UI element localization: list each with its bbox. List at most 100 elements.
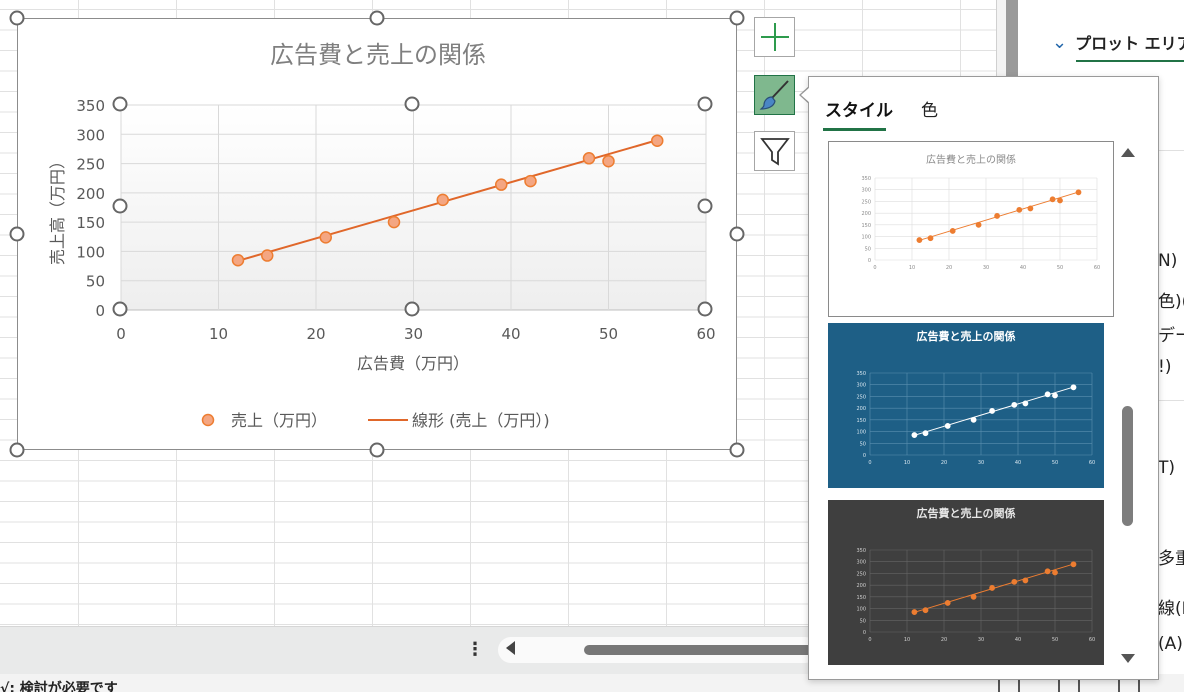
pane-section-header[interactable]: ⌄ プロット エリアの bbox=[1052, 30, 1184, 54]
preview-point bbox=[970, 593, 977, 600]
preview-point bbox=[1049, 196, 1056, 203]
legend-trendline-label[interactable]: 線形 (売上（万円）) bbox=[412, 411, 550, 430]
pane-option-fragment[interactable]: 色)( bbox=[1158, 287, 1184, 312]
resize-handle[interactable] bbox=[9, 226, 25, 242]
data-point[interactable] bbox=[582, 152, 596, 165]
preview-point bbox=[994, 213, 1001, 219]
accessibility-status[interactable]: √: 検討が必要です bbox=[0, 678, 118, 692]
preview-point bbox=[989, 585, 996, 591]
x-tick-label: 50 bbox=[599, 325, 618, 343]
preview-tick-label: 100 bbox=[856, 430, 866, 436]
preview-tick-label: 200 bbox=[861, 211, 871, 217]
plot-resize-handle[interactable] bbox=[697, 198, 713, 214]
scroll-up-icon[interactable] bbox=[1121, 148, 1135, 157]
preview-tick-label: 350 bbox=[856, 548, 866, 554]
preview-point bbox=[970, 416, 977, 423]
pane-option-fragment[interactable]: 線(I bbox=[1158, 594, 1184, 619]
plot-resize-handle[interactable] bbox=[112, 198, 128, 214]
data-point[interactable] bbox=[387, 215, 401, 229]
tab-style[interactable]: スタイル bbox=[825, 96, 893, 121]
resize-handle[interactable] bbox=[729, 226, 745, 242]
funnel-icon bbox=[759, 138, 790, 166]
chart-title[interactable]: 広告費と売上の関係 bbox=[270, 41, 486, 69]
style-preview-blue: 広告費と売上の関係 0 50 100 150 200 250 300 350 0 10 20 30 40 5… bbox=[828, 323, 1104, 488]
preview-tick-label: 250 bbox=[856, 394, 866, 400]
preview-tick-label: 50 bbox=[1057, 265, 1063, 271]
x-tick-label: 30 bbox=[404, 325, 423, 343]
page-layout-view-icon[interactable] bbox=[1058, 678, 1080, 692]
data-point[interactable] bbox=[436, 193, 449, 207]
preview-point bbox=[1022, 577, 1029, 584]
plot-resize-handle[interactable] bbox=[404, 301, 420, 317]
plus-icon bbox=[760, 23, 789, 51]
scroll-down-icon[interactable] bbox=[1121, 654, 1135, 663]
preview-point bbox=[944, 423, 951, 429]
x-tick-label: 20 bbox=[306, 325, 325, 343]
pane-option-fragment[interactable]: デー bbox=[1158, 321, 1184, 346]
plot-resize-handle[interactable] bbox=[112, 96, 128, 112]
legend-series-label[interactable]: 売上（万円） bbox=[231, 411, 327, 430]
chart-style-option-1[interactable]: 広告費と売上の関係 0 50 100 150 200 250 300 350 0 10 20 30 40 5… bbox=[828, 141, 1114, 317]
data-point[interactable] bbox=[602, 154, 615, 168]
chart-style-option-3[interactable]: 広告費と売上の関係 0 50 100 150 200 250 300 350 0 10 20 30 40 5… bbox=[828, 500, 1114, 665]
horizontal-scrollbar[interactable] bbox=[498, 637, 818, 663]
preview-point bbox=[911, 609, 918, 615]
plot-resize-handle[interactable] bbox=[697, 96, 713, 112]
scatter-chart[interactable]: 0 50 100 150 200 250 300 350 0 10 20 30 40 50 60 広告費と売… bbox=[18, 19, 738, 451]
preview-point bbox=[1011, 401, 1018, 408]
resize-handle[interactable] bbox=[729, 442, 745, 458]
preview-background bbox=[833, 146, 1109, 312]
resize-handle[interactable] bbox=[369, 10, 385, 26]
preview-tick-label: 50 bbox=[1052, 637, 1058, 643]
preview-point bbox=[1044, 391, 1051, 398]
normal-view-icon[interactable] bbox=[998, 678, 1020, 692]
chart-area[interactable]: 0 50 100 150 200 250 300 350 0 10 20 30 40 50 60 広告費と売… bbox=[17, 18, 737, 450]
tab-color[interactable]: 色 bbox=[921, 96, 938, 121]
y-tick-label: 0 bbox=[95, 302, 105, 320]
pane-option-fragment[interactable]: (A) bbox=[1158, 634, 1183, 654]
preview-tick-label: 350 bbox=[861, 176, 871, 182]
preview-tick-label: 150 bbox=[856, 595, 866, 601]
page-break-view-icon[interactable] bbox=[1118, 678, 1140, 692]
plot-resize-handle[interactable] bbox=[404, 96, 420, 112]
preview-tick-label: 0 bbox=[863, 453, 866, 459]
x-tick-label: 40 bbox=[501, 325, 520, 343]
data-point[interactable] bbox=[231, 253, 245, 267]
preview-tick-label: 150 bbox=[861, 223, 871, 229]
preview-point bbox=[989, 408, 996, 414]
preview-point bbox=[1016, 206, 1023, 213]
more-options-icon[interactable]: ⋮ bbox=[466, 639, 484, 660]
y-tick-label: 200 bbox=[76, 185, 105, 203]
scroll-left-icon[interactable] bbox=[506, 641, 515, 655]
chart-style-option-2[interactable]: 広告費と売上の関係 0 50 100 150 200 250 300 350 0 10 20 30 40 5… bbox=[828, 323, 1114, 488]
plot-resize-handle[interactable] bbox=[697, 301, 713, 317]
data-point[interactable] bbox=[495, 178, 508, 191]
preview-tick-label: 40 bbox=[1020, 265, 1026, 271]
preview-tick-label: 50 bbox=[1052, 460, 1058, 466]
y-axis-title[interactable]: 売上高（万円） bbox=[48, 153, 67, 265]
preview-tick-label: 60 bbox=[1094, 265, 1100, 271]
chart-filters-button[interactable] bbox=[754, 131, 795, 171]
pane-option-fragment[interactable]: !) bbox=[1158, 357, 1171, 377]
preview-tick-label: 0 bbox=[868, 460, 871, 466]
plot-resize-handle[interactable] bbox=[112, 301, 128, 317]
x-axis-title[interactable]: 広告費（万円） bbox=[357, 354, 469, 373]
resize-handle[interactable] bbox=[9, 10, 25, 26]
data-point[interactable] bbox=[524, 174, 537, 188]
pane-option-fragment[interactable]: T) bbox=[1158, 458, 1175, 478]
resize-handle[interactable] bbox=[729, 10, 745, 26]
data-point[interactable] bbox=[651, 134, 664, 147]
data-point[interactable] bbox=[261, 249, 274, 262]
pane-option-fragment[interactable]: 多重 bbox=[1158, 544, 1184, 569]
data-point[interactable] bbox=[319, 231, 332, 244]
flyout-scroll-thumb[interactable] bbox=[1122, 406, 1133, 526]
chart-elements-button[interactable] bbox=[754, 17, 795, 57]
resize-handle[interactable] bbox=[9, 442, 25, 458]
pane-option-fragment[interactable]: N) bbox=[1158, 251, 1177, 271]
style-preview-light: 広告費と売上の関係 0 50 100 150 200 250 300 350 0 10 20 30 40 5… bbox=[833, 146, 1109, 312]
preview-point bbox=[916, 237, 923, 243]
resize-handle[interactable] bbox=[369, 442, 385, 458]
chart-styles-button[interactable] bbox=[754, 75, 795, 115]
horizontal-scroll-thumb[interactable] bbox=[584, 645, 814, 655]
preview-point bbox=[1011, 578, 1018, 585]
